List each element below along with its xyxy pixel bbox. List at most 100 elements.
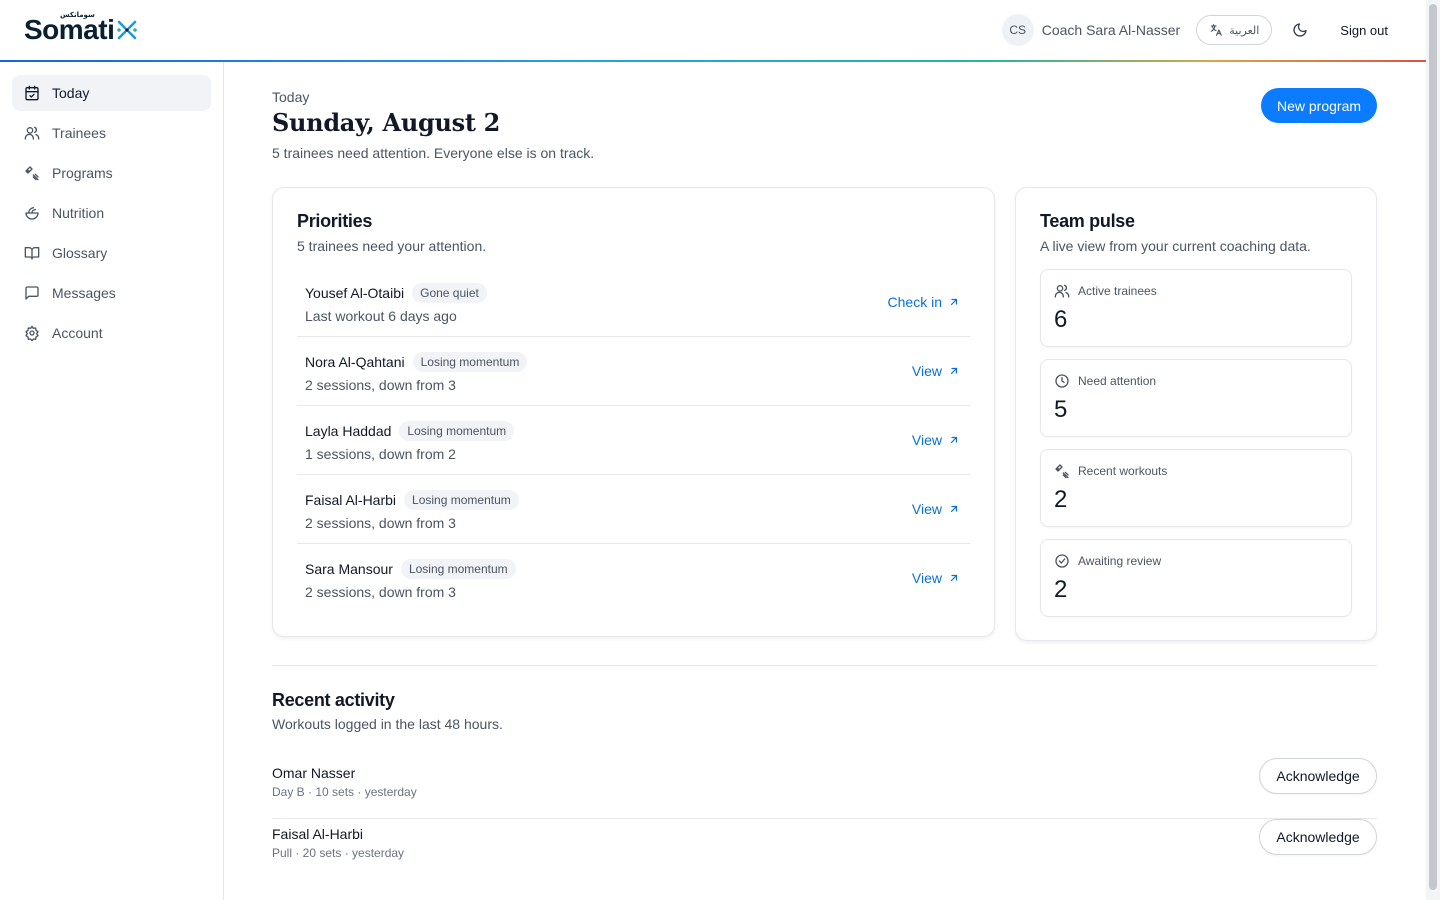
sign-out-button[interactable]: Sign out	[1340, 23, 1388, 38]
trainee-name[interactable]: Sara Mansour	[305, 561, 393, 577]
section-divider	[272, 665, 1377, 666]
stat-value: 5	[1054, 396, 1068, 423]
trainee-name[interactable]: Faisal Al-Harbi	[305, 492, 396, 508]
sidebar-item-label: Nutrition	[52, 205, 105, 221]
sidebar-item-label: Account	[52, 325, 103, 341]
activity-trainee-name[interactable]: Omar Nasser	[272, 765, 355, 781]
users-icon	[24, 126, 40, 140]
trainee-name[interactable]: Yousef Al-Otaibi	[305, 285, 404, 301]
sidebar-item-trainees[interactable]: Trainees	[12, 115, 211, 151]
priority-detail: 2 sessions, down from 3	[305, 515, 456, 531]
top-header: سوماتكس Somati CS Coach Sara Al-Nasser ا…	[0, 0, 1426, 60]
priority-detail: Last workout 6 days ago	[305, 308, 457, 324]
stat-value: 2	[1054, 576, 1068, 603]
stat-awaiting-review: Awaiting review 2	[1040, 539, 1352, 617]
status-badge: Gone quiet	[412, 283, 487, 303]
priority-row: Yousef Al-Otaibi Gone quiet Last workout…	[297, 268, 970, 337]
arrow-up-right-icon	[950, 436, 958, 444]
priority-row: Layla Haddad Losing momentum 1 sessions,…	[297, 406, 970, 475]
priority-row: Faisal Al-Harbi Losing momentum 2 sessio…	[297, 475, 970, 544]
acknowledge-button[interactable]: Acknowledge	[1259, 819, 1377, 855]
arrow-up-right-icon	[950, 505, 958, 513]
calendar-check-icon	[25, 85, 39, 101]
priorities-title: Priorities	[297, 211, 373, 231]
priority-detail: 2 sessions, down from 3	[305, 584, 456, 600]
action-label: View	[911, 432, 942, 448]
check-circle-icon	[1055, 554, 1069, 568]
priorities-card: Priorities 5 trainees need your attentio…	[272, 187, 995, 637]
action-label: Check in	[887, 294, 942, 310]
page-overline: Today	[272, 89, 310, 105]
priority-row: Nora Al-Qahtani Losing momentum 2 sessio…	[297, 337, 970, 406]
sidebar-item-label: Today	[52, 85, 90, 101]
sidebar: Today Trainees Programs Nutrition Glossa…	[0, 62, 224, 900]
sidebar-item-nutrition[interactable]: Nutrition	[12, 195, 211, 231]
recent-activity-subtitle: Workouts logged in the last 48 hours.	[272, 716, 503, 732]
stat-recent-workouts: Recent workouts 2	[1040, 449, 1352, 527]
priority-row: Sara Mansour Losing momentum 2 sessions,…	[297, 544, 970, 613]
trainee-name[interactable]: Layla Haddad	[305, 423, 391, 439]
arrow-up-right-icon	[950, 367, 958, 375]
stat-label: Recent workouts	[1078, 464, 1168, 478]
sidebar-item-label: Programs	[52, 165, 113, 181]
arrow-up-right-icon	[950, 574, 958, 582]
stat-label: Need attention	[1078, 374, 1157, 388]
users-icon	[1054, 284, 1070, 298]
view-link[interactable]: View	[912, 570, 960, 586]
new-program-button[interactable]: New program	[1261, 88, 1377, 123]
header-user-area: CS Coach Sara Al-Nasser العربية Sign out	[1001, 14, 1388, 46]
priorities-subtitle: 5 trainees need your attention.	[297, 238, 487, 254]
coach-name: Coach Sara Al-Nasser	[1041, 22, 1181, 38]
scrollbar-thumb[interactable]	[1429, 4, 1437, 890]
message-square-icon	[25, 286, 39, 300]
app-logo[interactable]: سوماتكس Somati	[24, 12, 139, 46]
page-subtitle: 5 trainees need attention. Everyone else…	[272, 145, 595, 161]
trainee-name[interactable]: Nora Al-Qahtani	[305, 354, 405, 370]
sidebar-item-programs[interactable]: Programs	[12, 155, 211, 191]
gear-icon	[25, 325, 39, 341]
priority-detail: 2 sessions, down from 3	[305, 377, 456, 393]
status-badge: Losing momentum	[404, 490, 519, 510]
status-badge: Losing momentum	[399, 421, 515, 441]
activity-row: Faisal Al-Harbi Pull · 20 sets · yesterd…	[272, 819, 1377, 880]
action-label: View	[911, 363, 942, 379]
sidebar-item-label: Messages	[52, 285, 116, 301]
view-link[interactable]: View	[912, 363, 960, 379]
status-badge: Losing momentum	[400, 559, 516, 579]
activity-trainee-name[interactable]: Faisal Al-Harbi	[272, 826, 363, 842]
activity-detail: Day B · 10 sets · yesterday	[272, 785, 417, 799]
priority-detail: 1 sessions, down from 2	[305, 446, 456, 462]
sidebar-item-label: Trainees	[52, 125, 106, 141]
avatar[interactable]: CS	[1001, 14, 1034, 46]
language-label: العربية	[1229, 24, 1260, 37]
theme-toggle-button[interactable]	[1290, 20, 1310, 40]
stat-value: 6	[1054, 306, 1068, 333]
view-link[interactable]: View	[912, 432, 960, 448]
sidebar-item-account[interactable]: Account	[12, 315, 211, 351]
stat-need-attention: Need attention 5	[1040, 359, 1352, 437]
view-link[interactable]: View	[912, 501, 960, 517]
page-title: Sunday, August 2	[272, 108, 501, 137]
sidebar-item-glossary[interactable]: Glossary	[12, 235, 211, 271]
programs-icon	[1055, 464, 1069, 479]
clock-icon	[1055, 374, 1069, 388]
nutrition-icon	[25, 207, 39, 220]
action-label: View	[911, 501, 942, 517]
status-badge: Losing momentum	[412, 352, 528, 372]
stat-label: Awaiting review	[1078, 554, 1162, 568]
team-pulse-title: Team pulse	[1040, 211, 1135, 231]
moon-icon	[1293, 23, 1307, 37]
page-scrollbar[interactable]	[1426, 0, 1440, 900]
check-in-link[interactable]: Check in	[888, 294, 960, 310]
stat-value: 2	[1054, 486, 1068, 513]
logo-arabic-text: سوماتكس	[60, 12, 95, 19]
sidebar-item-today[interactable]: Today	[12, 75, 211, 111]
translate-icon	[1210, 24, 1223, 36]
language-toggle-button[interactable]: العربية	[1196, 15, 1273, 45]
programs-icon	[25, 166, 39, 181]
sidebar-item-label: Glossary	[52, 245, 108, 261]
acknowledge-button[interactable]: Acknowledge	[1259, 758, 1377, 794]
sidebar-item-messages[interactable]: Messages	[12, 275, 211, 311]
team-pulse-card: Team pulse A live view from your current…	[1015, 187, 1377, 641]
logo-mark-icon	[117, 20, 138, 40]
